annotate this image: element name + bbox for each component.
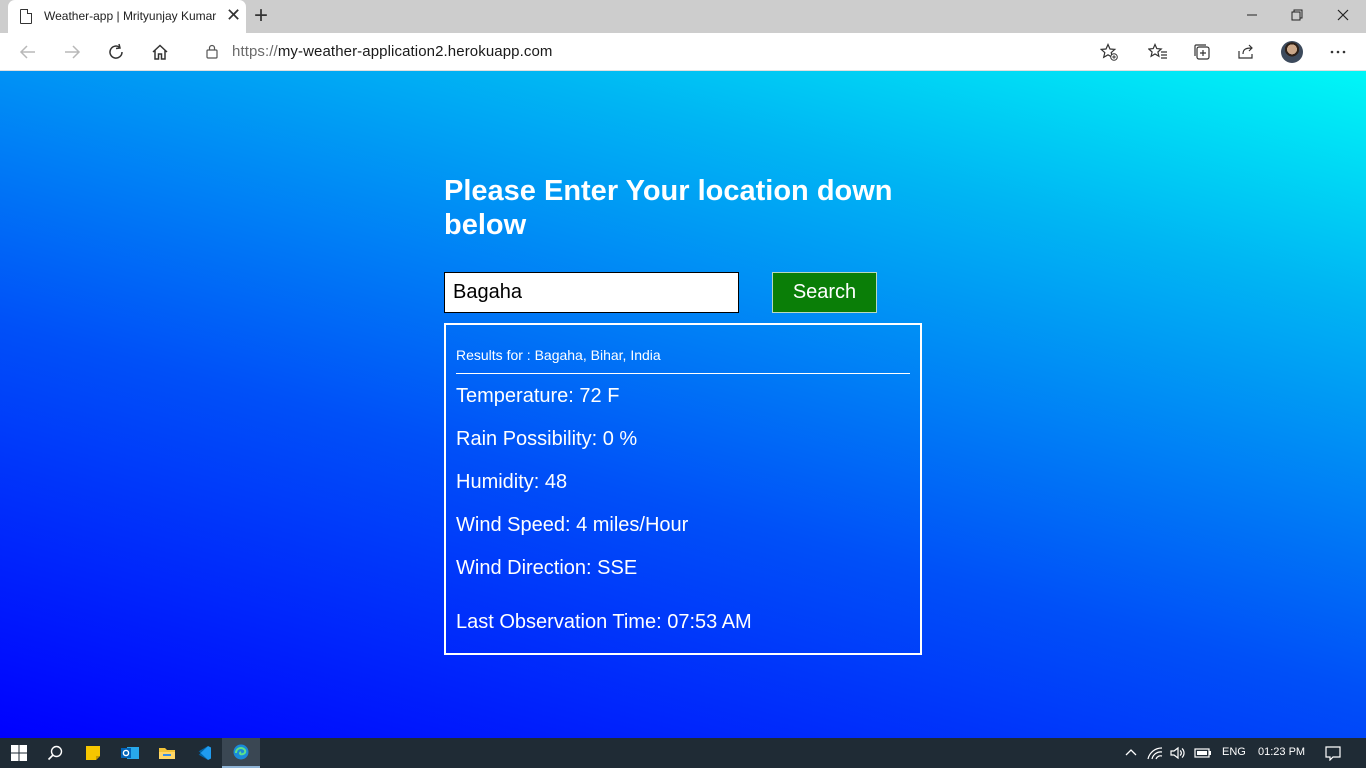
results-panel: Results for : Bagaha, Bihar, India Tempe… <box>444 323 922 655</box>
rain-possibility-text: Rain Possibility: 0 % <box>456 428 638 450</box>
windows-start-icon[interactable] <box>0 738 38 768</box>
close-tab-icon[interactable]: ✕ <box>226 5 241 25</box>
search-button[interactable]: Search <box>772 272 877 313</box>
file-explorer-icon[interactable] <box>148 738 186 768</box>
language-indicator[interactable]: ENG <box>1222 746 1246 758</box>
more-options-icon[interactable] <box>1325 39 1351 65</box>
forward-arrow-icon[interactable] <box>59 39 85 65</box>
browser-tab-bar: Weather-app | Mrityunjay Kumar ✕ + <box>0 0 1366 33</box>
page-heading: Please Enter Your location down below <box>444 175 893 241</box>
url-text[interactable]: https://my-weather-application2.herokuap… <box>232 43 553 60</box>
wifi-icon[interactable] <box>1142 738 1168 768</box>
refresh-icon[interactable] <box>103 39 129 65</box>
location-input[interactable] <box>444 272 739 313</box>
results-location: Results for : Bagaha, Bihar, India <box>456 347 661 363</box>
favorites-icon[interactable] <box>1145 39 1171 65</box>
sticky-notes-icon[interactable] <box>74 738 112 768</box>
last-observation-text: Last Observation Time: 07:53 AM <box>456 611 752 633</box>
restore-icon <box>1291 9 1303 21</box>
results-divider <box>456 373 910 374</box>
humidity-text: Humidity: 48 <box>456 471 568 493</box>
weather-page: Please Enter Your location down below Se… <box>0 71 1366 738</box>
outlook-icon[interactable] <box>111 738 149 768</box>
page-icon <box>20 9 32 24</box>
volume-icon[interactable] <box>1166 738 1190 768</box>
close-icon <box>1337 9 1349 21</box>
minimize-icon <box>1247 14 1257 16</box>
browser-toolbar: https://my-weather-application2.herokuap… <box>0 33 1366 71</box>
wind-direction-text: Wind Direction: SSE <box>456 557 638 579</box>
collections-icon[interactable] <box>1189 39 1215 65</box>
minimize-button[interactable] <box>1229 0 1275 30</box>
restore-button[interactable] <box>1274 0 1320 30</box>
taskbar: ENG 01:23 PM <box>0 738 1366 768</box>
back-arrow-icon[interactable] <box>15 39 41 65</box>
close-window-button[interactable] <box>1320 0 1366 30</box>
temperature-text: Temperature: 72 F <box>456 385 620 407</box>
vscode-icon[interactable] <box>185 738 223 768</box>
search-icon[interactable] <box>36 738 74 768</box>
edge-browser-icon[interactable] <box>222 738 260 768</box>
notifications-icon[interactable] <box>1316 738 1350 768</box>
tab-title: Weather-app | Mrityunjay Kumar <box>44 9 217 23</box>
profile-avatar[interactable] <box>1281 41 1303 63</box>
clock[interactable]: 01:23 PM <box>1258 746 1305 758</box>
add-favorite-icon[interactable] <box>1099 43 1118 66</box>
browser-tab[interactable]: Weather-app | Mrityunjay Kumar ✕ <box>8 0 246 33</box>
wind-speed-text: Wind Speed: 4 miles/Hour <box>456 514 689 536</box>
battery-icon[interactable] <box>1190 738 1216 768</box>
new-tab-icon[interactable]: + <box>254 2 268 30</box>
address-bar[interactable]: https://my-weather-application2.herokuap… <box>188 37 1130 67</box>
home-icon[interactable] <box>147 39 173 65</box>
lock-icon[interactable] <box>206 44 218 64</box>
share-icon[interactable] <box>1233 39 1259 65</box>
